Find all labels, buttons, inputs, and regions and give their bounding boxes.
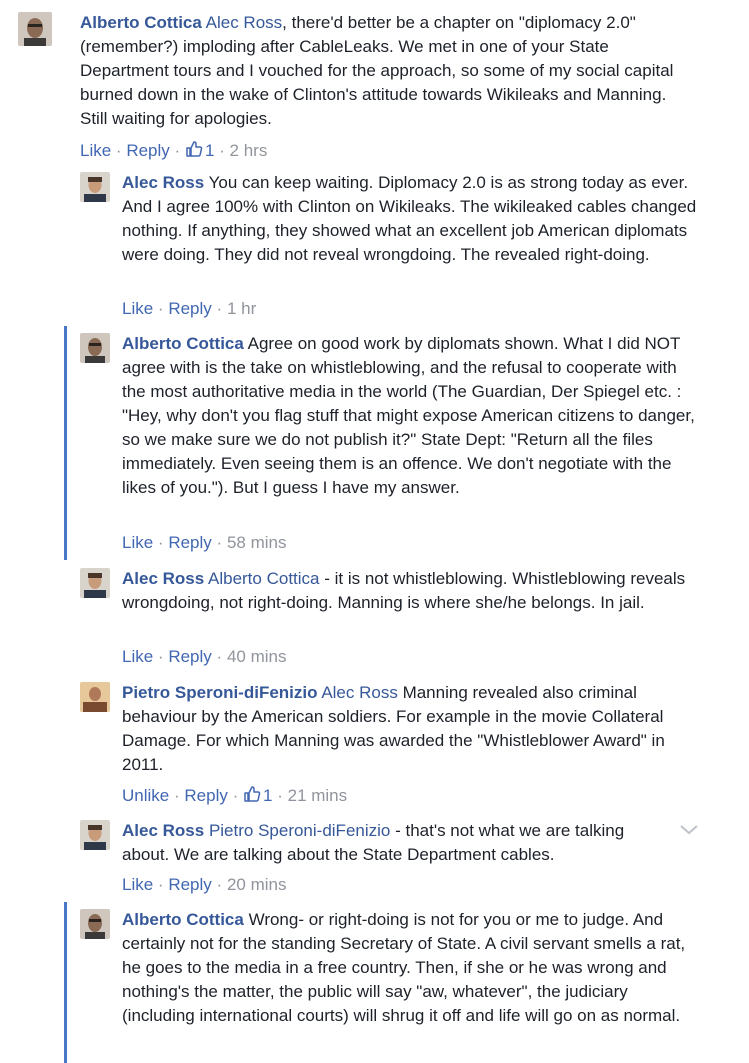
comment-timestamp[interactable]: 21 mins — [288, 786, 348, 805]
comment-author[interactable]: Alec Ross — [122, 173, 204, 192]
comment-actions: Like · Reply · 1 hr — [122, 299, 257, 318]
comment-mention[interactable]: Alec Ross — [206, 13, 283, 32]
comment-actions: Like · Reply · 1 · 2 hrs — [80, 140, 268, 160]
comment-text: Alberto Cottica Alec Ross, there'd bette… — [80, 11, 680, 131]
like-button[interactable]: Like — [122, 647, 153, 666]
comment-mention[interactable]: Alec Ross — [321, 683, 398, 702]
reply-button[interactable]: Reply — [168, 533, 211, 552]
comment-timestamp[interactable]: 20 mins — [227, 875, 287, 894]
comment-timestamp[interactable]: 2 hrs — [230, 141, 268, 160]
thread-highlight-bar — [64, 902, 67, 1063]
thumbs-up-icon[interactable] — [243, 785, 261, 803]
avatar[interactable] — [80, 568, 110, 598]
comment-body: You can keep waiting. Diplomacy 2.0 is a… — [122, 173, 697, 264]
comment-actions: Like · Reply · 20 mins — [122, 875, 287, 894]
comment-author[interactable]: Alberto Cottica — [122, 910, 244, 929]
comment-timestamp[interactable]: 58 mins — [227, 533, 287, 552]
comment-text: Alec Ross Alberto Cottica - it is not wh… — [122, 567, 697, 615]
comment-mention[interactable]: Pietro Speroni-diFenizio — [209, 821, 390, 840]
comment-text: Alberto Cottica Agree on good work by di… — [122, 332, 697, 500]
like-button[interactable]: Like — [80, 141, 111, 160]
like-button[interactable]: Like — [122, 875, 153, 894]
comment-timestamp[interactable]: 40 mins — [227, 647, 287, 666]
avatar[interactable] — [80, 172, 110, 202]
comment-actions: Unlike · Reply · 1 · 21 mins — [122, 785, 348, 805]
comment-body: Agree on good work by diplomats shown. W… — [122, 334, 695, 497]
comment-actions: Like · Reply · 40 mins — [122, 647, 287, 666]
comment-mention[interactable]: Alberto Cottica — [208, 569, 320, 588]
comment-author[interactable]: Alec Ross — [122, 821, 204, 840]
like-count[interactable]: 1 — [205, 141, 214, 160]
comment-text: Alec Ross Pietro Speroni-diFenizio - tha… — [122, 819, 672, 867]
like-button[interactable]: Like — [122, 299, 153, 318]
like-button[interactable]: Like — [122, 533, 153, 552]
comment-body: - it is not whistleblowing. Whistleblowi… — [122, 569, 686, 612]
reply-button[interactable]: Reply — [168, 875, 211, 894]
avatar[interactable] — [80, 333, 110, 363]
thread-highlight-bar — [64, 326, 67, 560]
avatar[interactable] — [80, 820, 110, 850]
unlike-button[interactable]: Unlike — [122, 786, 169, 805]
reply-button[interactable]: Reply — [126, 141, 169, 160]
comment-actions: Like · Reply · 58 mins — [122, 533, 287, 552]
avatar[interactable] — [80, 909, 110, 939]
comment-author[interactable]: Alberto Cottica — [80, 13, 202, 32]
comment-text: Alberto Cottica Wrong- or right-doing is… — [122, 908, 697, 1028]
avatar[interactable] — [18, 12, 52, 46]
thumbs-up-icon[interactable] — [185, 140, 203, 158]
comment-text: Alec Ross You can keep waiting. Diplomac… — [122, 171, 697, 267]
chevron-down-icon[interactable] — [678, 822, 700, 838]
avatar[interactable] — [80, 682, 110, 712]
reply-button[interactable]: Reply — [184, 786, 227, 805]
reply-button[interactable]: Reply — [168, 299, 211, 318]
comment-author[interactable]: Alec Ross — [122, 569, 204, 588]
comment-author[interactable]: Pietro Speroni-diFenizio — [122, 683, 318, 702]
reply-button[interactable]: Reply — [168, 647, 211, 666]
like-count[interactable]: 1 — [263, 786, 272, 805]
comment-timestamp[interactable]: 1 hr — [227, 299, 256, 318]
comment-text: Pietro Speroni-diFenizio Alec Ross Manni… — [122, 681, 697, 777]
comment-author[interactable]: Alberto Cottica — [122, 334, 244, 353]
